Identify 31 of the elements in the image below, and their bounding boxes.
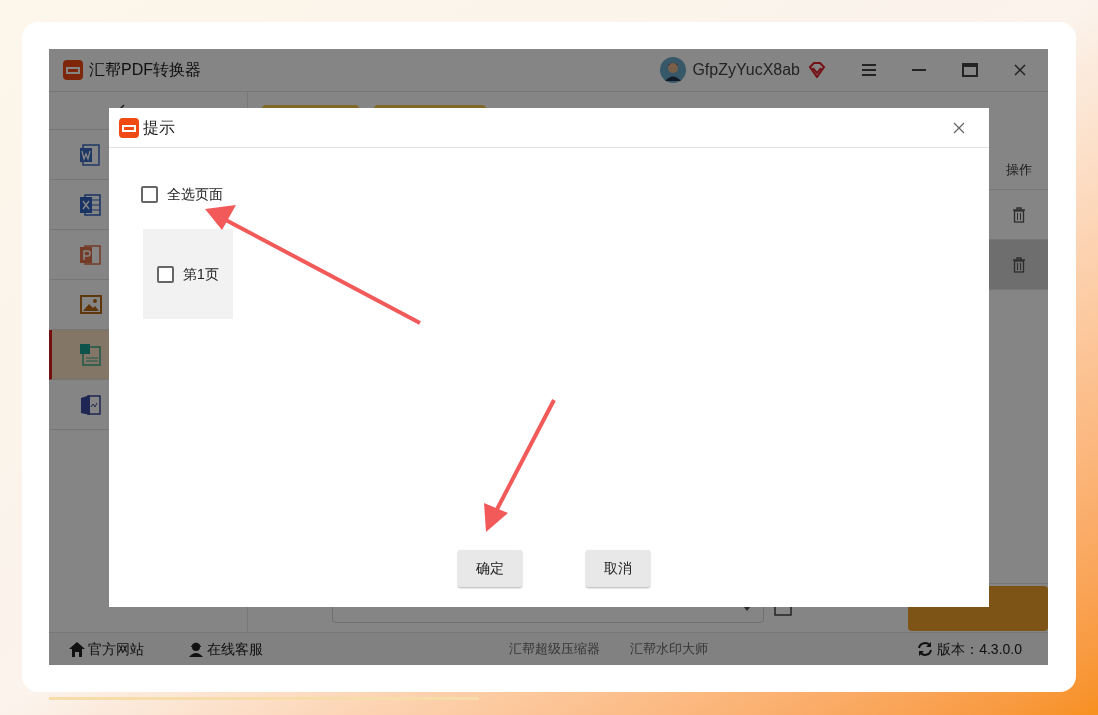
app-logo-icon: [63, 60, 83, 80]
trash-icon[interactable]: [1012, 256, 1026, 273]
checkbox[interactable]: 全选页面: [141, 184, 989, 205]
document-icon: [80, 343, 102, 366]
close-icon[interactable]: [953, 121, 965, 134]
checkbox[interactable]: 第1页: [157, 263, 219, 285]
avatar-icon: [660, 57, 687, 83]
vip-diamond-icon: [808, 62, 826, 78]
version-label: 版本：4.3.0.0: [937, 639, 1022, 659]
refresh-icon[interactable]: [917, 641, 934, 657]
column-header: 操作: [1005, 160, 1033, 179]
status-link[interactable]: 在线客服: [188, 638, 263, 660]
presentation-icon: [80, 243, 102, 266]
home-icon: [69, 641, 85, 657]
dialog-logo-icon: [119, 117, 139, 138]
trash-icon[interactable]: [1012, 206, 1026, 223]
word-document-icon: [80, 143, 102, 166]
maximize-icon[interactable]: [962, 63, 978, 77]
support-person-icon: [188, 641, 204, 657]
dialog-title: 提示: [143, 117, 175, 138]
status-link[interactable]: 官方网站: [69, 638, 144, 660]
app-title: 汇帮PDF转换器: [89, 60, 201, 80]
book-icon: [80, 393, 102, 416]
dialog-button[interactable]: 取消: [586, 550, 650, 587]
spreadsheet-icon: [80, 193, 102, 216]
page-tile[interactable]: 第1页: [143, 229, 233, 319]
image-icon: [80, 293, 102, 316]
dialog-button[interactable]: 确定: [458, 550, 522, 587]
username: GfpZyYucX8ab: [692, 60, 800, 80]
menu-icon[interactable]: [862, 64, 876, 76]
close-icon[interactable]: [1014, 64, 1026, 76]
